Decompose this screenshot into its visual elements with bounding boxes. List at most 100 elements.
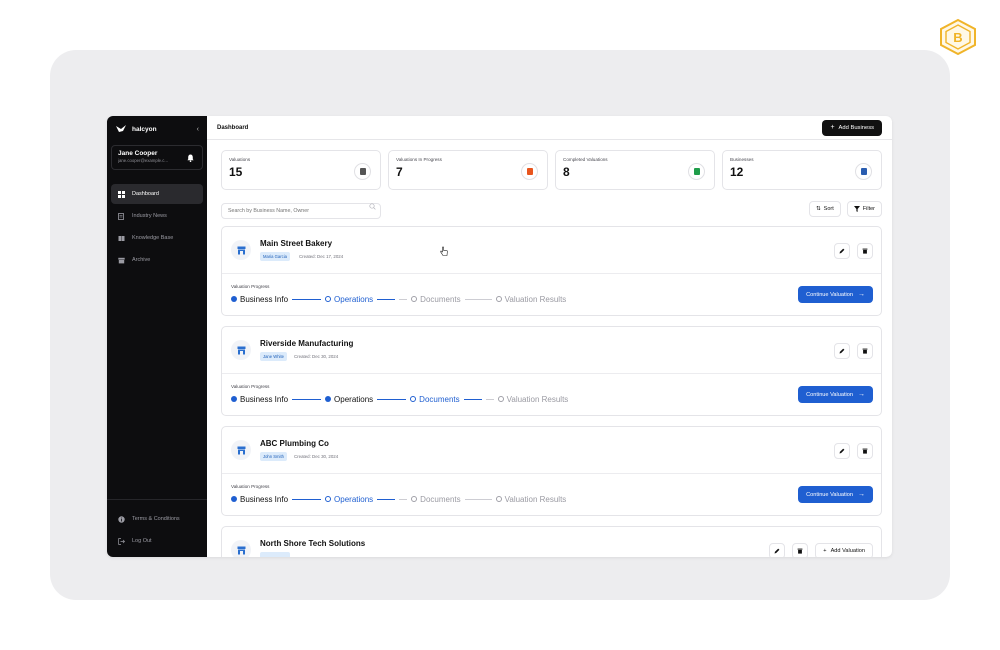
continue-valuation-button[interactable]: Continue Valuation → xyxy=(798,486,873,503)
sidebar-item-industry-news[interactable]: Industry News xyxy=(111,206,203,226)
step-connector xyxy=(292,298,322,300)
edit-button[interactable] xyxy=(834,343,850,359)
sidebar-item-label: Archive xyxy=(132,257,151,263)
stat-card-in-progress: Valuations In Progress 7 xyxy=(388,150,548,190)
circle-icon xyxy=(411,296,418,302)
step-valuation-results: Valuation Results xyxy=(497,394,569,404)
valuation-progress: Valuation Progress Business Info Operati… xyxy=(222,274,881,315)
document-icon xyxy=(688,163,705,180)
delete-button[interactable] xyxy=(792,543,809,557)
continue-valuation-button[interactable]: Continue Valuation → xyxy=(798,286,873,303)
step-connector xyxy=(399,298,408,300)
business-card-header: North Shore Tech Solutions + Add Valuati… xyxy=(222,527,881,557)
card-actions: + Add Valuation xyxy=(769,543,873,557)
step-label: Business Info xyxy=(240,294,289,304)
card-actions xyxy=(834,343,873,359)
chevron-left-icon[interactable]: ‹ xyxy=(197,126,199,133)
sidebar-header: halcyon ‹ xyxy=(107,116,207,142)
progress-label: Valuation Progress xyxy=(231,284,270,289)
svg-text:B: B xyxy=(953,30,962,45)
main-content: Dashboard + Add Business Valuations 15 V… xyxy=(207,116,892,557)
app-name: halcyon xyxy=(132,125,157,133)
business-name[interactable]: Main Street Bakery xyxy=(260,239,332,248)
user-name: Jane Cooper xyxy=(118,150,158,157)
step-connector xyxy=(463,398,482,400)
business-card-header: Main Street Bakery Maria Garcia Created:… xyxy=(222,227,881,274)
stat-value: 7 xyxy=(396,165,403,179)
sidebar-item-knowledge-base[interactable]: Knowledge Base xyxy=(111,228,203,248)
step-documents: Documents xyxy=(410,395,460,404)
sidebar-item-label: Dashboard xyxy=(132,191,159,197)
stats-row: Valuations 15 Valuations In Progress 7 C… xyxy=(207,140,892,190)
check-icon xyxy=(325,396,332,402)
store-icon xyxy=(231,540,251,557)
step-label: Operations xyxy=(334,394,374,404)
sidebar-item-terms[interactable]: Terms & Conditions xyxy=(111,509,203,529)
add-valuation-label: Add Valuation xyxy=(830,548,865,554)
delete-button[interactable] xyxy=(857,243,873,259)
search-input[interactable] xyxy=(221,203,381,219)
bell-icon[interactable] xyxy=(187,154,194,162)
business-name[interactable]: ABC Plumbing Co xyxy=(260,439,329,448)
user-email: jane.cooper@example.c... xyxy=(118,158,168,163)
progress-steps: Business Info Operations Documents Valua… xyxy=(231,294,566,304)
sidebar-item-label: Knowledge Base xyxy=(132,235,174,241)
filter-button[interactable]: Filter xyxy=(846,201,882,217)
continue-valuation-button[interactable]: Continue Valuation → xyxy=(798,386,873,403)
sort-button[interactable]: ⇅ Sort xyxy=(809,201,841,217)
step-label: Documents xyxy=(420,494,461,504)
step-label: Valuation Results xyxy=(506,394,569,404)
owner-badge: Jane White xyxy=(260,352,287,361)
business-card: North Shore Tech Solutions + Add Valuati… xyxy=(221,526,882,557)
sidebar-item-label: Log Out xyxy=(132,538,152,544)
delete-button[interactable] xyxy=(857,443,873,459)
add-valuation-button[interactable]: + Add Valuation xyxy=(815,543,873,557)
sidebar-item-dashboard[interactable]: Dashboard xyxy=(111,184,203,204)
pencil-icon xyxy=(839,448,845,454)
sort-label: Sort xyxy=(823,206,834,212)
step-label: Valuation Results xyxy=(504,494,567,504)
info-icon xyxy=(118,515,125,523)
created-date: Created: Dec 30, 2024 xyxy=(294,454,339,459)
sidebar-bottom: Terms & Conditions Log Out xyxy=(107,509,207,553)
logout-icon xyxy=(118,537,125,545)
edit-button[interactable] xyxy=(769,543,786,557)
trash-icon xyxy=(862,248,868,254)
created-date: Created: Dec 17, 2024 xyxy=(299,254,344,259)
user-card[interactable]: Jane Cooper jane.cooper@example.c... xyxy=(111,145,203,170)
step-label: Valuation Results xyxy=(504,294,567,304)
circle-icon xyxy=(411,496,418,502)
business-card: ABC Plumbing Co John Smith Created: Dec … xyxy=(221,426,882,516)
step-valuation-results: Valuation Results xyxy=(495,294,567,304)
card-actions xyxy=(834,443,873,459)
page-title: Dashboard xyxy=(217,124,249,131)
search-wrap xyxy=(221,199,381,219)
circle-icon xyxy=(495,496,502,502)
business-card-header: ABC Plumbing Co John Smith Created: Dec … xyxy=(222,427,881,474)
store-icon xyxy=(231,440,251,460)
stat-value: 8 xyxy=(563,165,570,179)
sidebar-item-logout[interactable]: Log Out xyxy=(111,531,203,551)
created-date: Created: Dec 30, 2024 xyxy=(294,354,339,359)
step-documents: Documents xyxy=(411,295,461,304)
edit-button[interactable] xyxy=(834,243,850,259)
pencil-icon xyxy=(839,248,845,254)
business-name[interactable]: Riverside Manufacturing xyxy=(260,339,353,348)
business-card: Riverside Manufacturing Jane White Creat… xyxy=(221,326,882,416)
continue-label: Continue Valuation xyxy=(806,491,853,498)
edit-button[interactable] xyxy=(834,443,850,459)
sidebar-item-archive[interactable]: Archive xyxy=(111,250,203,270)
trash-icon xyxy=(862,448,868,454)
step-label: Business Info xyxy=(240,494,289,504)
add-business-button[interactable]: + Add Business xyxy=(822,119,882,136)
delete-button[interactable] xyxy=(857,343,873,359)
filter-label: Filter xyxy=(862,206,875,212)
business-name[interactable]: North Shore Tech Solutions xyxy=(260,539,365,548)
grid-icon xyxy=(118,190,125,198)
step-connector xyxy=(377,398,407,400)
store-icon xyxy=(855,163,872,180)
sidebar-nav: Dashboard Industry News Knowledge Base A… xyxy=(107,184,207,270)
sidebar-divider xyxy=(107,499,207,500)
plus-icon: + xyxy=(823,548,827,554)
bird-logo-icon xyxy=(116,125,126,132)
